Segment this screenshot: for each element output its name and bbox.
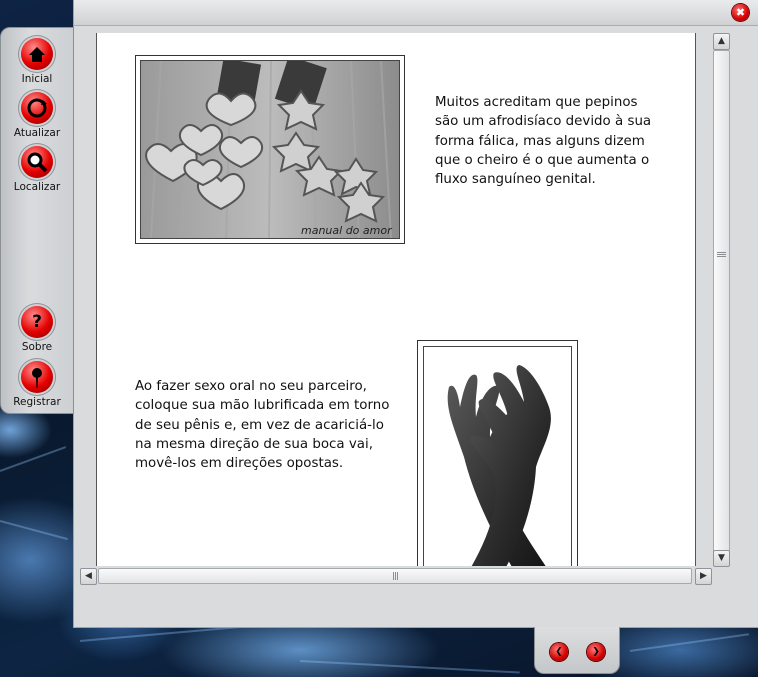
close-icon: ✖ <box>735 6 746 19</box>
vertical-scroll-thumb[interactable] <box>713 50 730 552</box>
toolbar-label-sobre: Sobre <box>21 341 53 353</box>
toolbar-button-registrar[interactable]: Registrar <box>1 361 73 408</box>
toolbar-button-atualizar[interactable]: Atualizar <box>1 92 73 139</box>
scroll-left-button[interactable]: ◀ <box>80 568 97 585</box>
hands-photo-frame <box>417 340 578 566</box>
paragraph-oral-tip: Ao fazer sexo oral no seu parceiro, colo… <box>135 379 390 472</box>
cucumber-photo-frame: manual do amor <box>135 55 405 244</box>
toolbar-button-localizar[interactable]: Localizar <box>1 146 73 193</box>
help-icon: ? <box>21 306 53 338</box>
refresh-icon <box>21 92 53 124</box>
scroll-right-button[interactable]: ▶ <box>695 568 712 585</box>
toolbar-label-inicial: Inicial <box>21 73 53 85</box>
chevron-left-icon: ❮ <box>555 647 563 657</box>
previous-page-button[interactable]: ❮ <box>550 643 568 661</box>
photo-watermark: manual do amor <box>301 224 393 237</box>
pin-icon <box>21 361 53 393</box>
vertical-scrollbar[interactable]: ▲ ▼ <box>713 33 730 567</box>
side-toolbar: Inicial Atualizar Localizar ? Sobre Regi… <box>0 27 74 414</box>
content-pane: manual do amor Muitos acreditam que pepi… <box>96 33 696 566</box>
toolbar-button-sobre[interactable]: ? Sobre <box>1 306 73 353</box>
toolbar-label-localizar: Localizar <box>13 181 61 193</box>
home-icon <box>21 38 53 70</box>
search-icon <box>21 146 53 178</box>
toolbar-label-registrar: Registrar <box>13 396 61 408</box>
page-navigation: ❮ ❯ <box>534 627 620 674</box>
next-page-button[interactable]: ❯ <box>587 643 605 661</box>
close-button[interactable]: ✖ <box>732 4 749 21</box>
crossed-hands-photo <box>423 346 572 566</box>
horizontal-scroll-thumb[interactable] <box>98 568 692 584</box>
title-bar: ✖ <box>74 0 758 26</box>
toolbar-label-atualizar: Atualizar <box>13 127 61 139</box>
scroll-down-button[interactable]: ▼ <box>713 550 730 567</box>
app-window: ✖ manual do amor Muitos acreditam que pe… <box>73 0 758 628</box>
toolbar-button-inicial[interactable]: Inicial <box>1 38 73 85</box>
cucumber-slices-photo: manual do amor <box>140 60 400 239</box>
horizontal-scrollbar[interactable]: ◀ ▶ <box>80 568 713 585</box>
paragraph-cucumbers: Muitos acreditam que pepinos são um afro… <box>435 95 652 188</box>
scroll-up-button[interactable]: ▲ <box>713 33 730 50</box>
chevron-right-icon: ❯ <box>592 647 600 657</box>
